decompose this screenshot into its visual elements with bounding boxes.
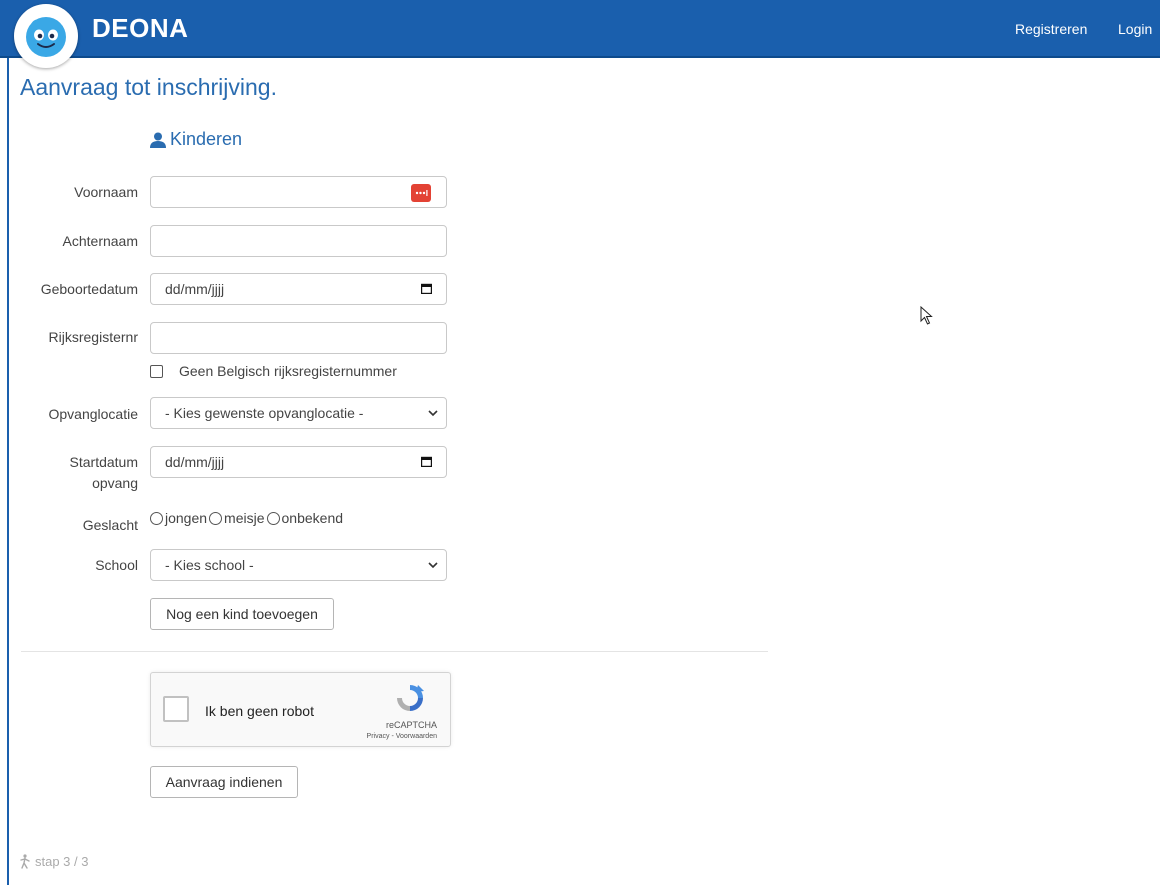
- brand-name[interactable]: DEONA: [92, 13, 188, 44]
- label-startdatum-line1: Startdatum: [69, 454, 138, 470]
- nav-registreren[interactable]: Registreren: [1015, 21, 1087, 37]
- submit-button[interactable]: Aanvraag indienen: [150, 766, 298, 798]
- radio-meisje[interactable]: [209, 511, 223, 525]
- radio-onbekend-label[interactable]: onbekend: [282, 510, 344, 526]
- school-select[interactable]: - Kies school -: [150, 549, 447, 581]
- radio-onbekend[interactable]: [266, 511, 280, 525]
- date-placeholder: dd/mm/jjjj: [165, 454, 225, 470]
- opvanglocatie-select[interactable]: - Kies gewenste opvanglocatie -: [150, 397, 447, 429]
- top-navbar: DEONA Registreren Login: [0, 0, 1160, 68]
- label-achternaam: Achternaam: [62, 233, 138, 249]
- mouse-cursor-icon: [920, 306, 933, 325]
- chevron-down-icon: [428, 410, 438, 417]
- chevron-down-icon: [428, 562, 438, 569]
- voornaam-input[interactable]: [150, 176, 447, 208]
- opvanglocatie-selected: - Kies gewenste opvanglocatie -: [165, 405, 364, 421]
- recaptcha-brand: reCAPTCHA: [385, 720, 437, 730]
- calendar-icon[interactable]: [421, 283, 432, 294]
- section-title: Kinderen: [170, 129, 243, 149]
- recaptcha-checkbox[interactable]: [163, 696, 189, 722]
- page-title: Aanvraag tot inschrijving.: [20, 74, 277, 100]
- radio-meisje-label[interactable]: meisje: [224, 510, 264, 526]
- recaptcha-privacy-link[interactable]: Privacy: [367, 733, 390, 740]
- date-placeholder: dd/mm/jjjj: [165, 281, 225, 297]
- label-school: School: [95, 557, 138, 573]
- label-geslacht: Geslacht: [82, 517, 138, 533]
- radio-jongen-label[interactable]: jongen: [165, 510, 207, 526]
- calendar-icon[interactable]: [421, 456, 432, 467]
- recaptcha-label: Ik ben geen robot: [205, 703, 314, 719]
- startdatum-input[interactable]: dd/mm/jjjj: [150, 446, 447, 478]
- password-manager-icon[interactable]: [411, 184, 431, 202]
- label-rijksregisternr: Rijksregisternr: [48, 329, 138, 345]
- recaptcha-logo-icon: [397, 685, 424, 711]
- geen-rrn-row[interactable]: Geen Belgisch rijksregisternummer: [150, 363, 397, 379]
- radio-jongen[interactable]: [150, 511, 163, 525]
- recaptcha-terms-link[interactable]: Voorwaarden: [396, 733, 437, 740]
- section-header-kinderen: Kinderen: [150, 129, 242, 150]
- geboortedatum-input[interactable]: dd/mm/jjjj: [150, 273, 447, 305]
- smiley-face-icon: [26, 17, 66, 57]
- label-startdatum-line2: opvang: [92, 475, 138, 491]
- label-voornaam: Voornaam: [74, 184, 138, 200]
- geslacht-radio-group: jongen meisje onbekend: [150, 510, 345, 526]
- geen-rrn-checkbox[interactable]: [150, 364, 163, 378]
- walking-person-icon: [20, 854, 30, 869]
- achternaam-input[interactable]: [150, 225, 447, 257]
- step-indicator: stap 3 / 3: [19, 854, 88, 869]
- step-text: stap 3 / 3: [35, 854, 89, 869]
- label-startdatum: Startdatum opvang: [0, 452, 138, 494]
- recaptcha-widget: Ik ben geen robot reCAPTCHA Privacy - Vo…: [150, 672, 451, 747]
- user-icon: [150, 132, 166, 148]
- divider: [21, 651, 768, 652]
- geen-rrn-label[interactable]: Geen Belgisch rijksregisternummer: [179, 363, 397, 379]
- school-selected: - Kies school -: [165, 557, 254, 573]
- recaptcha-links: Privacy - Voorwaarden: [367, 733, 437, 740]
- rijksregisternr-input[interactable]: [150, 322, 447, 354]
- label-opvanglocatie: Opvanglocatie: [48, 406, 138, 422]
- add-child-button[interactable]: Nog een kind toevoegen: [150, 598, 334, 630]
- nav-login[interactable]: Login: [1118, 21, 1152, 37]
- label-geboortedatum: Geboortedatum: [40, 281, 138, 297]
- logo[interactable]: [14, 4, 78, 68]
